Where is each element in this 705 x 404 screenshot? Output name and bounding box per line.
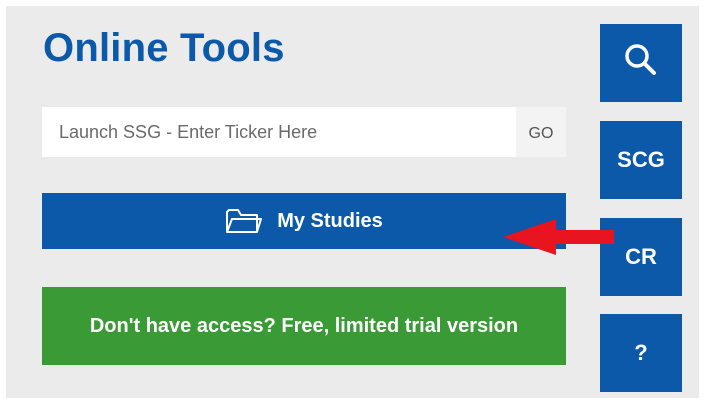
page-title: Online Tools <box>43 26 285 70</box>
search-icon <box>621 40 661 86</box>
scg-button[interactable]: SCG <box>600 121 682 199</box>
online-tools-panel: Online Tools GO My Studies Don't have ac… <box>6 6 699 398</box>
folder-icon <box>225 207 263 235</box>
ticker-search-input[interactable] <box>42 107 516 157</box>
ticker-search-bar: GO <box>42 107 566 157</box>
my-studies-button[interactable]: My Studies <box>42 193 566 249</box>
go-button[interactable]: GO <box>516 107 566 157</box>
my-studies-label: My Studies <box>277 209 383 232</box>
cr-button[interactable]: CR <box>600 218 682 296</box>
help-button[interactable]: ? <box>600 314 682 392</box>
free-trial-button[interactable]: Don't have access? Free, limited trial v… <box>42 287 566 365</box>
search-button[interactable] <box>600 24 682 102</box>
